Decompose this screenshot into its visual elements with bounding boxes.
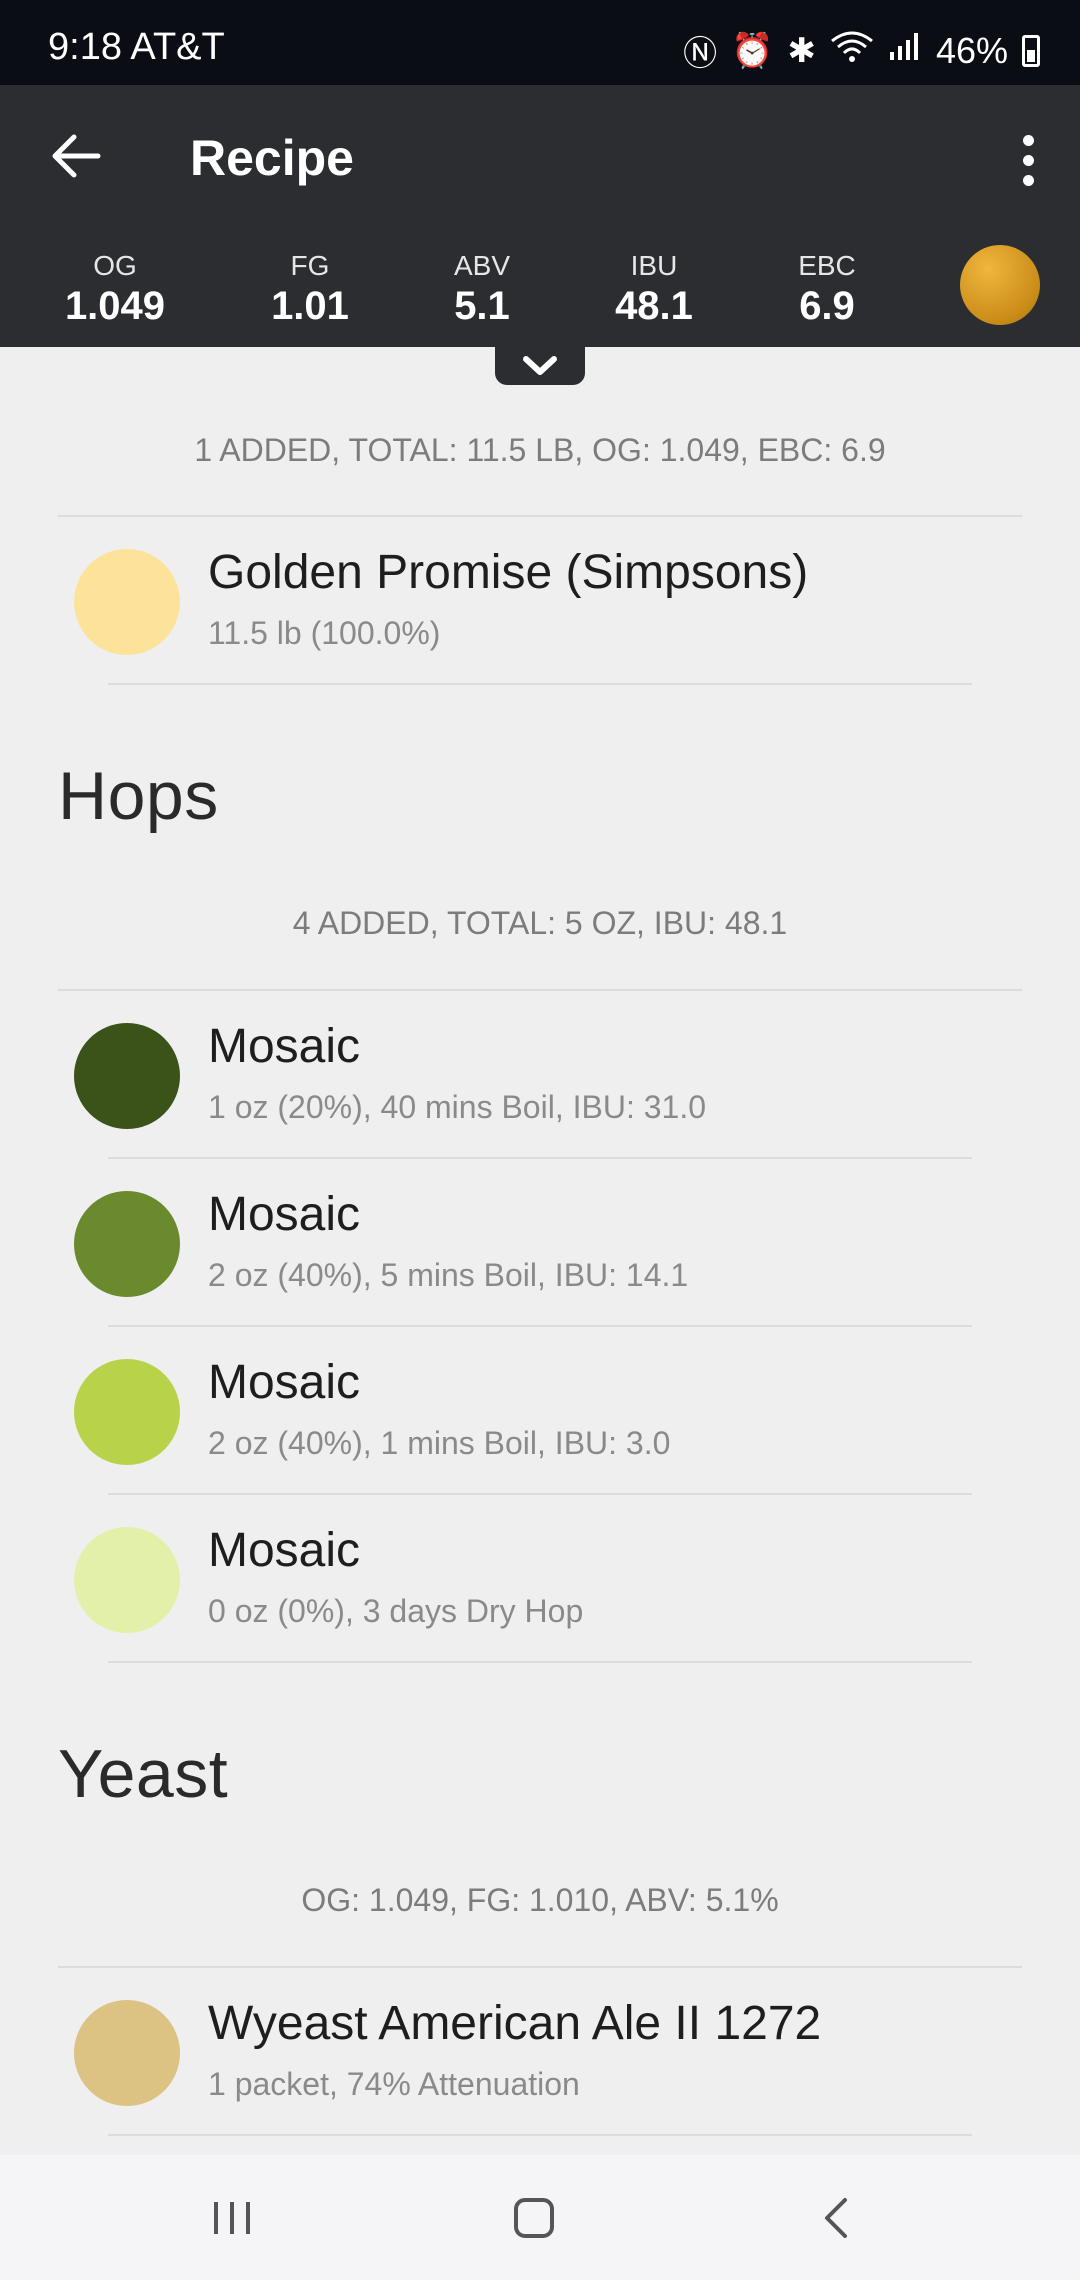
arrow-left-icon: [52, 134, 101, 178]
fermentables-summary: 1 ADDED, TOTAL: 11.5 LB, OG: 1.049, EBC:…: [194, 432, 886, 468]
bluetooth-icon: ✱: [787, 31, 816, 70]
ingredient-color-dot: [74, 1023, 180, 1129]
ingredient-color-dot: [74, 1191, 180, 1297]
stat-abv: ABV 5.1: [402, 250, 562, 329]
battery-icon: [1022, 34, 1040, 67]
more-vert-icon: [1022, 135, 1034, 146]
stat-label: OG: [93, 250, 137, 281]
ingredient-name: Wyeast American Ale II 1272: [208, 1997, 822, 2050]
stat-label: IBU: [630, 250, 678, 281]
stat-value: 5.1: [454, 284, 510, 328]
overflow-menu-button[interactable]: [1016, 135, 1040, 186]
recent-apps-icon: [214, 2202, 250, 2234]
alarm-icon: ⏰: [731, 31, 774, 70]
yeast-summary: OG: 1.049, FG: 1.010, ABV: 5.1%: [301, 1882, 779, 1918]
stat-value: 1.01: [271, 284, 349, 328]
home-button[interactable]: [504, 2193, 564, 2243]
beer-color-swatch: [960, 245, 1040, 325]
ingredient-color-dot: [74, 1527, 180, 1633]
stat-value: 48.1: [615, 284, 693, 328]
hop-item[interactable]: Mosaic 2 oz (40%), 5 mins Boil, IBU: 14.…: [0, 1159, 1080, 1327]
hops-summary: 4 ADDED, TOTAL: 5 OZ, IBU: 48.1: [292, 905, 788, 941]
chevron-down-icon: [523, 356, 557, 375]
signal-icon: [888, 30, 922, 71]
ingredient-detail: 2 oz (40%), 1 mins Boil, IBU: 3.0: [208, 1425, 671, 1461]
back-chevron-icon: [825, 2198, 847, 2238]
hop-item[interactable]: Mosaic 1 oz (20%), 40 mins Boil, IBU: 31…: [0, 991, 1080, 1159]
section-title-yeast: Yeast: [58, 1736, 229, 1812]
page-title: Recipe: [190, 130, 354, 186]
system-nav-bar: [0, 2155, 1080, 2280]
ingredient-color-dot: [74, 1359, 180, 1465]
ingredient-detail: 0 oz (0%), 3 days Dry Hop: [208, 1593, 584, 1629]
ingredient-name: Mosaic: [208, 1020, 361, 1073]
back-nav-button[interactable]: [806, 2193, 866, 2243]
recent-apps-button[interactable]: [202, 2193, 262, 2243]
ingredient-name: Mosaic: [208, 1524, 361, 1577]
stat-fg: FG 1.01: [230, 250, 390, 329]
battery-percent: 46%: [935, 29, 1008, 71]
ingredient-name: Mosaic: [208, 1356, 361, 1409]
wifi-icon: [830, 29, 874, 72]
home-icon: [514, 2198, 554, 2238]
stat-value: 1.049: [64, 284, 166, 328]
recipe-content[interactable]: Fermentables 1 ADDED, TOTAL: 11.5 LB, OG…: [0, 347, 1080, 2155]
divider: [108, 2134, 972, 2136]
stat-label: ABV: [453, 250, 511, 281]
hop-item[interactable]: Mosaic 2 oz (40%), 1 mins Boil, IBU: 3.0: [0, 1327, 1080, 1495]
ingredient-color-dot: [74, 549, 180, 655]
back-button[interactable]: [48, 131, 104, 181]
divider: [108, 1661, 972, 1663]
divider: [108, 683, 972, 685]
ingredient-detail: 2 oz (40%), 5 mins Boil, IBU: 14.1: [208, 1257, 689, 1293]
yeast-item[interactable]: Wyeast American Ale II 1272 1 packet, 74…: [0, 1968, 1080, 2136]
stat-label: FG: [290, 250, 330, 281]
section-title-fermentables: Fermentables: [58, 347, 480, 355]
hop-item[interactable]: Mosaic 0 oz (0%), 3 days Dry Hop: [0, 1495, 1080, 1663]
stat-og: OG 1.049: [35, 250, 195, 329]
app-bar: Recipe OG 1.049 FG 1.01 ABV 5.1 IBU 48.1…: [0, 85, 1080, 347]
ingredient-color-dot: [74, 2000, 180, 2106]
status-bar: 9:18 AT&T Ⓝ ⏰ ✱ 46%: [0, 0, 1080, 85]
ingredient-name: Mosaic: [208, 1188, 361, 1241]
nfc-icon: Ⓝ: [683, 35, 718, 73]
status-icons: Ⓝ ⏰ ✱ 46%: [683, 26, 1040, 75]
stat-ebc: EBC 6.9: [747, 250, 907, 329]
stat-label: EBC: [798, 250, 856, 281]
collapse-stats-button[interactable]: [495, 347, 585, 385]
fermentable-item[interactable]: Golden Promise (Simpsons) 11.5 lb (100.0…: [0, 517, 1080, 685]
status-time: 9:18 AT&T: [48, 26, 225, 68]
ingredient-detail: 11.5 lb (100.0%): [208, 615, 441, 651]
section-title-hops: Hops: [58, 758, 219, 834]
stat-value: 6.9: [799, 284, 855, 328]
ingredient-name: Golden Promise (Simpsons): [208, 546, 809, 599]
ingredient-detail: 1 packet, 74% Attenuation: [208, 2066, 580, 2102]
stats-row: OG 1.049 FG 1.01 ABV 5.1 IBU 48.1 EBC 6.…: [0, 250, 1080, 347]
ingredient-detail: 1 oz (20%), 40 mins Boil, IBU: 31.0: [208, 1089, 706, 1125]
stat-ibu: IBU 48.1: [574, 250, 734, 329]
